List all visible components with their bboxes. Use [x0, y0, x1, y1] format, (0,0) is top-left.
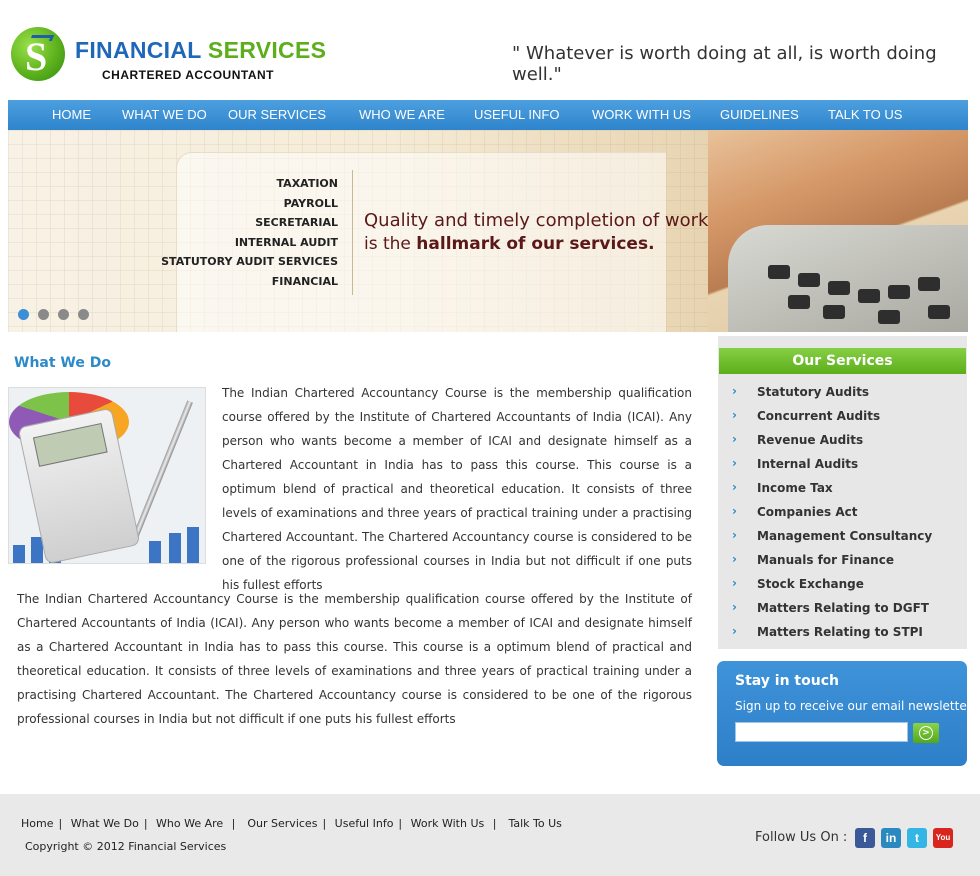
newsletter-box: Stay in touch Sign up to receive our ema…: [717, 661, 967, 766]
nav-our-services[interactable]: OUR SERVICES: [228, 107, 326, 122]
footer-link-talk-to-us[interactable]: Talk To Us: [508, 817, 561, 830]
banner-service-item: FINANCIAL: [271, 274, 338, 288]
slider-dot-2[interactable]: [38, 309, 49, 320]
footer-link-what-we-do[interactable]: What We Do: [71, 817, 139, 830]
chevron-right-icon: ›: [732, 480, 737, 494]
detail-paragraph: The Indian Chartered Accountancy Course …: [17, 592, 692, 726]
newsletter-email-input[interactable]: [735, 722, 908, 742]
footer-link-our-services[interactable]: Our Services: [247, 817, 317, 830]
services-title: Our Services: [719, 348, 966, 374]
newsletter-subtitle: Sign up to receive our email newsletter: [735, 699, 967, 713]
slider-dot-3[interactable]: [58, 309, 69, 320]
banner-service-item: PAYROLL: [283, 196, 338, 210]
slider-dot-4[interactable]: [78, 309, 89, 320]
newsletter-submit-button[interactable]: >: [913, 723, 939, 743]
calculator-image: [8, 387, 206, 564]
footer-link-work-with-us[interactable]: Work With Us: [411, 817, 485, 830]
service-item[interactable]: › Concurrent Audits: [732, 408, 932, 432]
youtube-icon[interactable]: You: [933, 828, 953, 848]
nav-home[interactable]: HOME: [52, 107, 91, 122]
footer-link-who-we-are[interactable]: Who We Are: [156, 817, 223, 830]
services-list: › Statutory Audits › Concurrent Audits › Re…: [732, 384, 932, 648]
banner-tagline-1: Quality and timely completion of work: [364, 210, 709, 231]
chevron-right-icon: ›: [732, 384, 737, 398]
nav-who-we-are[interactable]: WHO WE ARE: [359, 107, 445, 122]
banner-tagline-2a: is the: [364, 234, 417, 254]
footer-link-home[interactable]: Home: [21, 817, 53, 830]
copyright: Copyright © 2012 Financial Services: [25, 840, 227, 853]
header-quote: " Whatever is worth doing at all, is wor…: [512, 43, 937, 85]
chevron-right-icon: ›: [732, 408, 737, 422]
chevron-right-icon: ›: [732, 600, 737, 614]
nav-what-we-do[interactable]: WHAT WE DO: [122, 107, 207, 122]
brand-title-b: SERVICES: [207, 37, 327, 63]
service-item[interactable]: › Revenue Audits: [732, 432, 932, 456]
service-item[interactable]: › Matters Relating to STPI: [732, 624, 932, 648]
banner-service-item: SECRETARIAL: [255, 216, 338, 229]
banner-services-list: TAXATION PAYROLL SECRETARIAL INTERNAL AU…: [161, 177, 338, 294]
banner-tagline-2: is the hallmark of our services.: [364, 234, 655, 254]
service-item[interactable]: › Management Consultancy: [732, 528, 932, 552]
twitter-icon[interactable]: t: [907, 828, 927, 848]
follow-label: Follow Us On :: [755, 830, 848, 845]
chevron-right-icon: ›: [732, 552, 737, 566]
brand-title-a: FINANCIAL: [75, 37, 202, 63]
brand-subtitle: CHARTERED ACCOUNTANT: [102, 68, 274, 82]
slider-dots: [18, 307, 98, 325]
logo-icon[interactable]: S: [11, 27, 65, 81]
chevron-right-icon: ›: [732, 624, 737, 638]
footer-links: Home | What We Do | Who We Are | Our Servi…: [21, 817, 562, 830]
banner-service-item: INTERNAL AUDIT: [234, 235, 338, 249]
nav-guidelines[interactable]: GUIDELINES: [720, 107, 799, 122]
nav-useful-info[interactable]: USEFUL INFO: [474, 107, 559, 122]
service-item[interactable]: › Statutory Audits: [732, 384, 932, 408]
facebook-icon[interactable]: f: [855, 828, 875, 848]
service-item[interactable]: › Internal Audits: [732, 456, 932, 480]
nav-work-with-us[interactable]: WORK WITH US: [592, 107, 691, 122]
brand-title[interactable]: FINANCIAL SERVICES: [75, 37, 326, 64]
newsletter-title: Stay in touch: [735, 673, 839, 689]
banner-divider: [352, 170, 353, 295]
service-item[interactable]: › Income Tax: [732, 480, 932, 504]
nav-talk-to-us[interactable]: TALK TO US: [828, 107, 902, 122]
section-title: What We Do: [14, 355, 111, 371]
hero-banner: TAXATION PAYROLL SECRETARIAL INTERNAL AU…: [8, 130, 968, 332]
chevron-right-icon: ›: [732, 576, 737, 590]
banner-service-item: STATUTORY AUDIT SERVICES: [161, 255, 338, 268]
service-item[interactable]: › Matters Relating to DGFT: [732, 600, 932, 624]
chevron-right-icon: ›: [732, 432, 737, 446]
slider-dot-1[interactable]: [18, 309, 29, 320]
chevron-right-icon: ›: [732, 456, 737, 470]
chevron-right-icon: ›: [732, 528, 737, 542]
banner-calculator-image: [728, 225, 968, 332]
intro-paragraph: The Indian Chartered Accountancy Course …: [222, 386, 692, 592]
footer: Home | What We Do | Who We Are | Our Servi…: [0, 794, 980, 876]
banner-tagline-2b: hallmark of our services.: [416, 234, 655, 254]
service-item[interactable]: › Manuals for Finance: [732, 552, 932, 576]
chevron-right-icon: ›: [732, 504, 737, 518]
banner-service-item: TAXATION: [276, 177, 338, 190]
linkedin-icon[interactable]: in: [881, 828, 901, 848]
service-item[interactable]: › Companies Act: [732, 504, 932, 528]
service-item[interactable]: › Stock Exchange: [732, 576, 932, 600]
services-sidebar: Our Services › Statutory Audits › Concurre…: [718, 336, 967, 649]
footer-link-useful-info[interactable]: Useful Info: [335, 817, 394, 830]
main-nav: HOME WHAT WE DO OUR SERVICES WHO WE ARE …: [8, 100, 968, 130]
arrow-right-circle-icon: >: [919, 726, 933, 740]
